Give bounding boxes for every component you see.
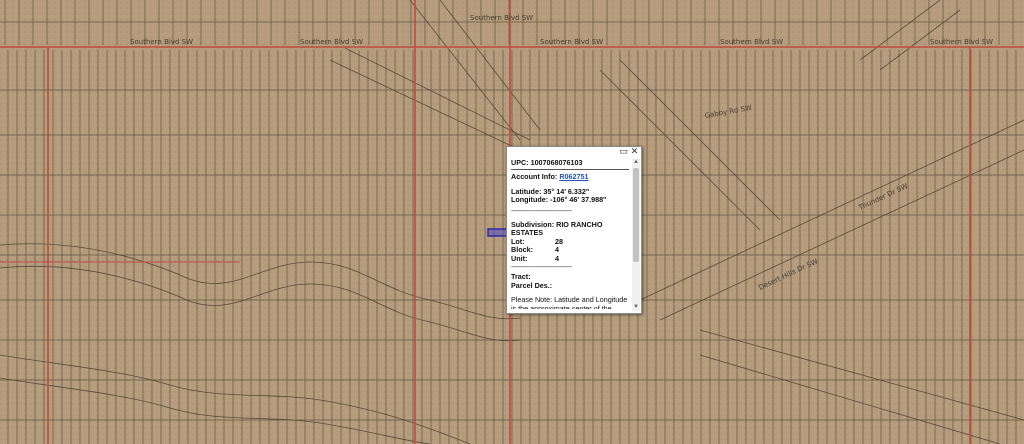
note-text: Please Note: Latitude and Longitude is t… — [511, 295, 628, 309]
scroll-thumb[interactable] — [633, 168, 639, 262]
divider-2: -------------------------------- — [511, 262, 572, 272]
account-info: Account Info: R062751 — [511, 173, 629, 181]
popup-scrollbar[interactable]: ▲ ▼ — [632, 159, 640, 311]
account-info-label: Account Info: — [511, 172, 558, 182]
longitude: Longitude: -106° 46' 37.988" — [511, 195, 607, 205]
account-info-link[interactable]: R062751 — [559, 172, 588, 181]
street-label: Southern Blvd SW — [720, 38, 783, 46]
subdivision: Subdivision: RIO RANCHO ESTATES — [511, 220, 603, 238]
scroll-up-icon[interactable]: ▲ — [632, 159, 640, 166]
street-label: Southern Blvd SW — [930, 38, 993, 46]
street-label: Southern Blvd SW — [470, 14, 533, 22]
street-label: Southern Blvd SW — [130, 38, 193, 46]
maximize-icon[interactable]: ▭ — [619, 148, 628, 157]
popup-content: UPC: 1007068076103 Account Info: R062751… — [511, 159, 629, 309]
block-row: Block: 4 — [511, 245, 629, 254]
close-icon[interactable]: ✕ — [630, 148, 639, 157]
parcel-info-popup: ▭ ✕ UPC: 1007068076103 Account Info: R06… — [506, 146, 642, 314]
parcel-des-label: Parcel Des.: — [511, 280, 553, 290]
divider: -------------------------------- — [511, 205, 572, 215]
scroll-down-icon[interactable]: ▼ — [632, 304, 640, 311]
street-label: Southern Blvd SW — [300, 38, 363, 46]
selected-parcel — [487, 228, 508, 237]
street-label: Southern Blvd SW — [540, 38, 603, 46]
upc-value: UPC: 1007068076103 — [511, 159, 629, 171]
popup-titlebar: ▭ ✕ — [619, 148, 639, 158]
